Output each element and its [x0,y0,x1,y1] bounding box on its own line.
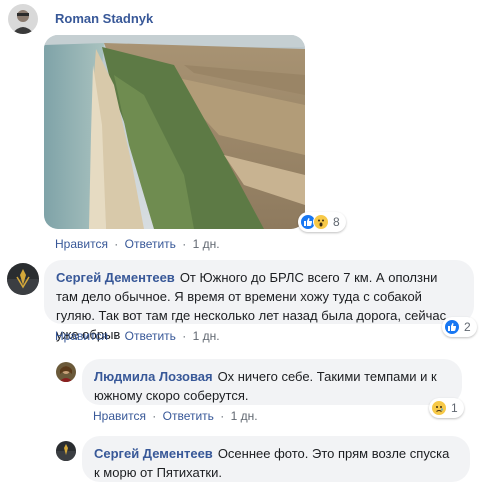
separator: · [220,409,225,423]
comment-actions: Нравится · Ответить · 1 дн. [55,329,220,343]
avatar-sergey-small[interactable] [56,441,76,461]
comment-reaction-count: 2 [464,320,471,334]
like-link[interactable]: Нравится [55,237,108,251]
sad-icon [431,400,447,416]
comment-author[interactable]: Сергей Дементеев [56,270,175,285]
like-link[interactable]: Нравится [55,329,108,343]
reply-author[interactable]: Сергей Дементеев [94,446,213,461]
reply-bubble: Сергей Дементеев Осеннее фото. Это прям в… [82,436,470,482]
timestamp[interactable]: 1 дн. [231,409,258,423]
comment-reactions[interactable]: 2 [442,317,477,337]
comment-bubble: Сергей Дементеев От Южного до БРЛС всего … [44,260,474,342]
wow-icon [313,214,329,230]
reply-link[interactable]: Ответить [125,329,176,343]
timestamp[interactable]: 1 дн. [193,329,220,343]
post-photo[interactable] [44,35,305,229]
like-icon [444,319,460,335]
like-link[interactable]: Нравится [93,409,146,423]
post-reaction-count: 8 [333,215,340,229]
separator: · [114,329,119,343]
avatar-roman[interactable] [8,4,38,34]
reply-reactions[interactable]: 1 [429,398,464,418]
reply-bubble: Людмила Лозовая Ох ничего себе. Такими те… [82,359,462,405]
timestamp[interactable]: 1 дн. [193,237,220,251]
separator: · [114,237,119,251]
separator: · [152,409,157,423]
reply-author[interactable]: Людмила Лозовая [94,369,213,384]
post-actions: Нравится · Ответить · 1 дн. [55,237,220,251]
post-author[interactable]: Roman Stadnyk [55,11,153,26]
reply-link[interactable]: Ответить [163,409,214,423]
avatar-sergey[interactable] [7,263,39,295]
reply-link[interactable]: Ответить [125,237,176,251]
reply-reaction-count: 1 [451,401,458,415]
avatar-lyudmila[interactable] [56,362,76,382]
post-reactions[interactable]: 8 [298,212,346,232]
separator: · [182,237,187,251]
separator: · [182,329,187,343]
reply-actions: Нравится · Ответить · 1 дн. [93,409,258,423]
